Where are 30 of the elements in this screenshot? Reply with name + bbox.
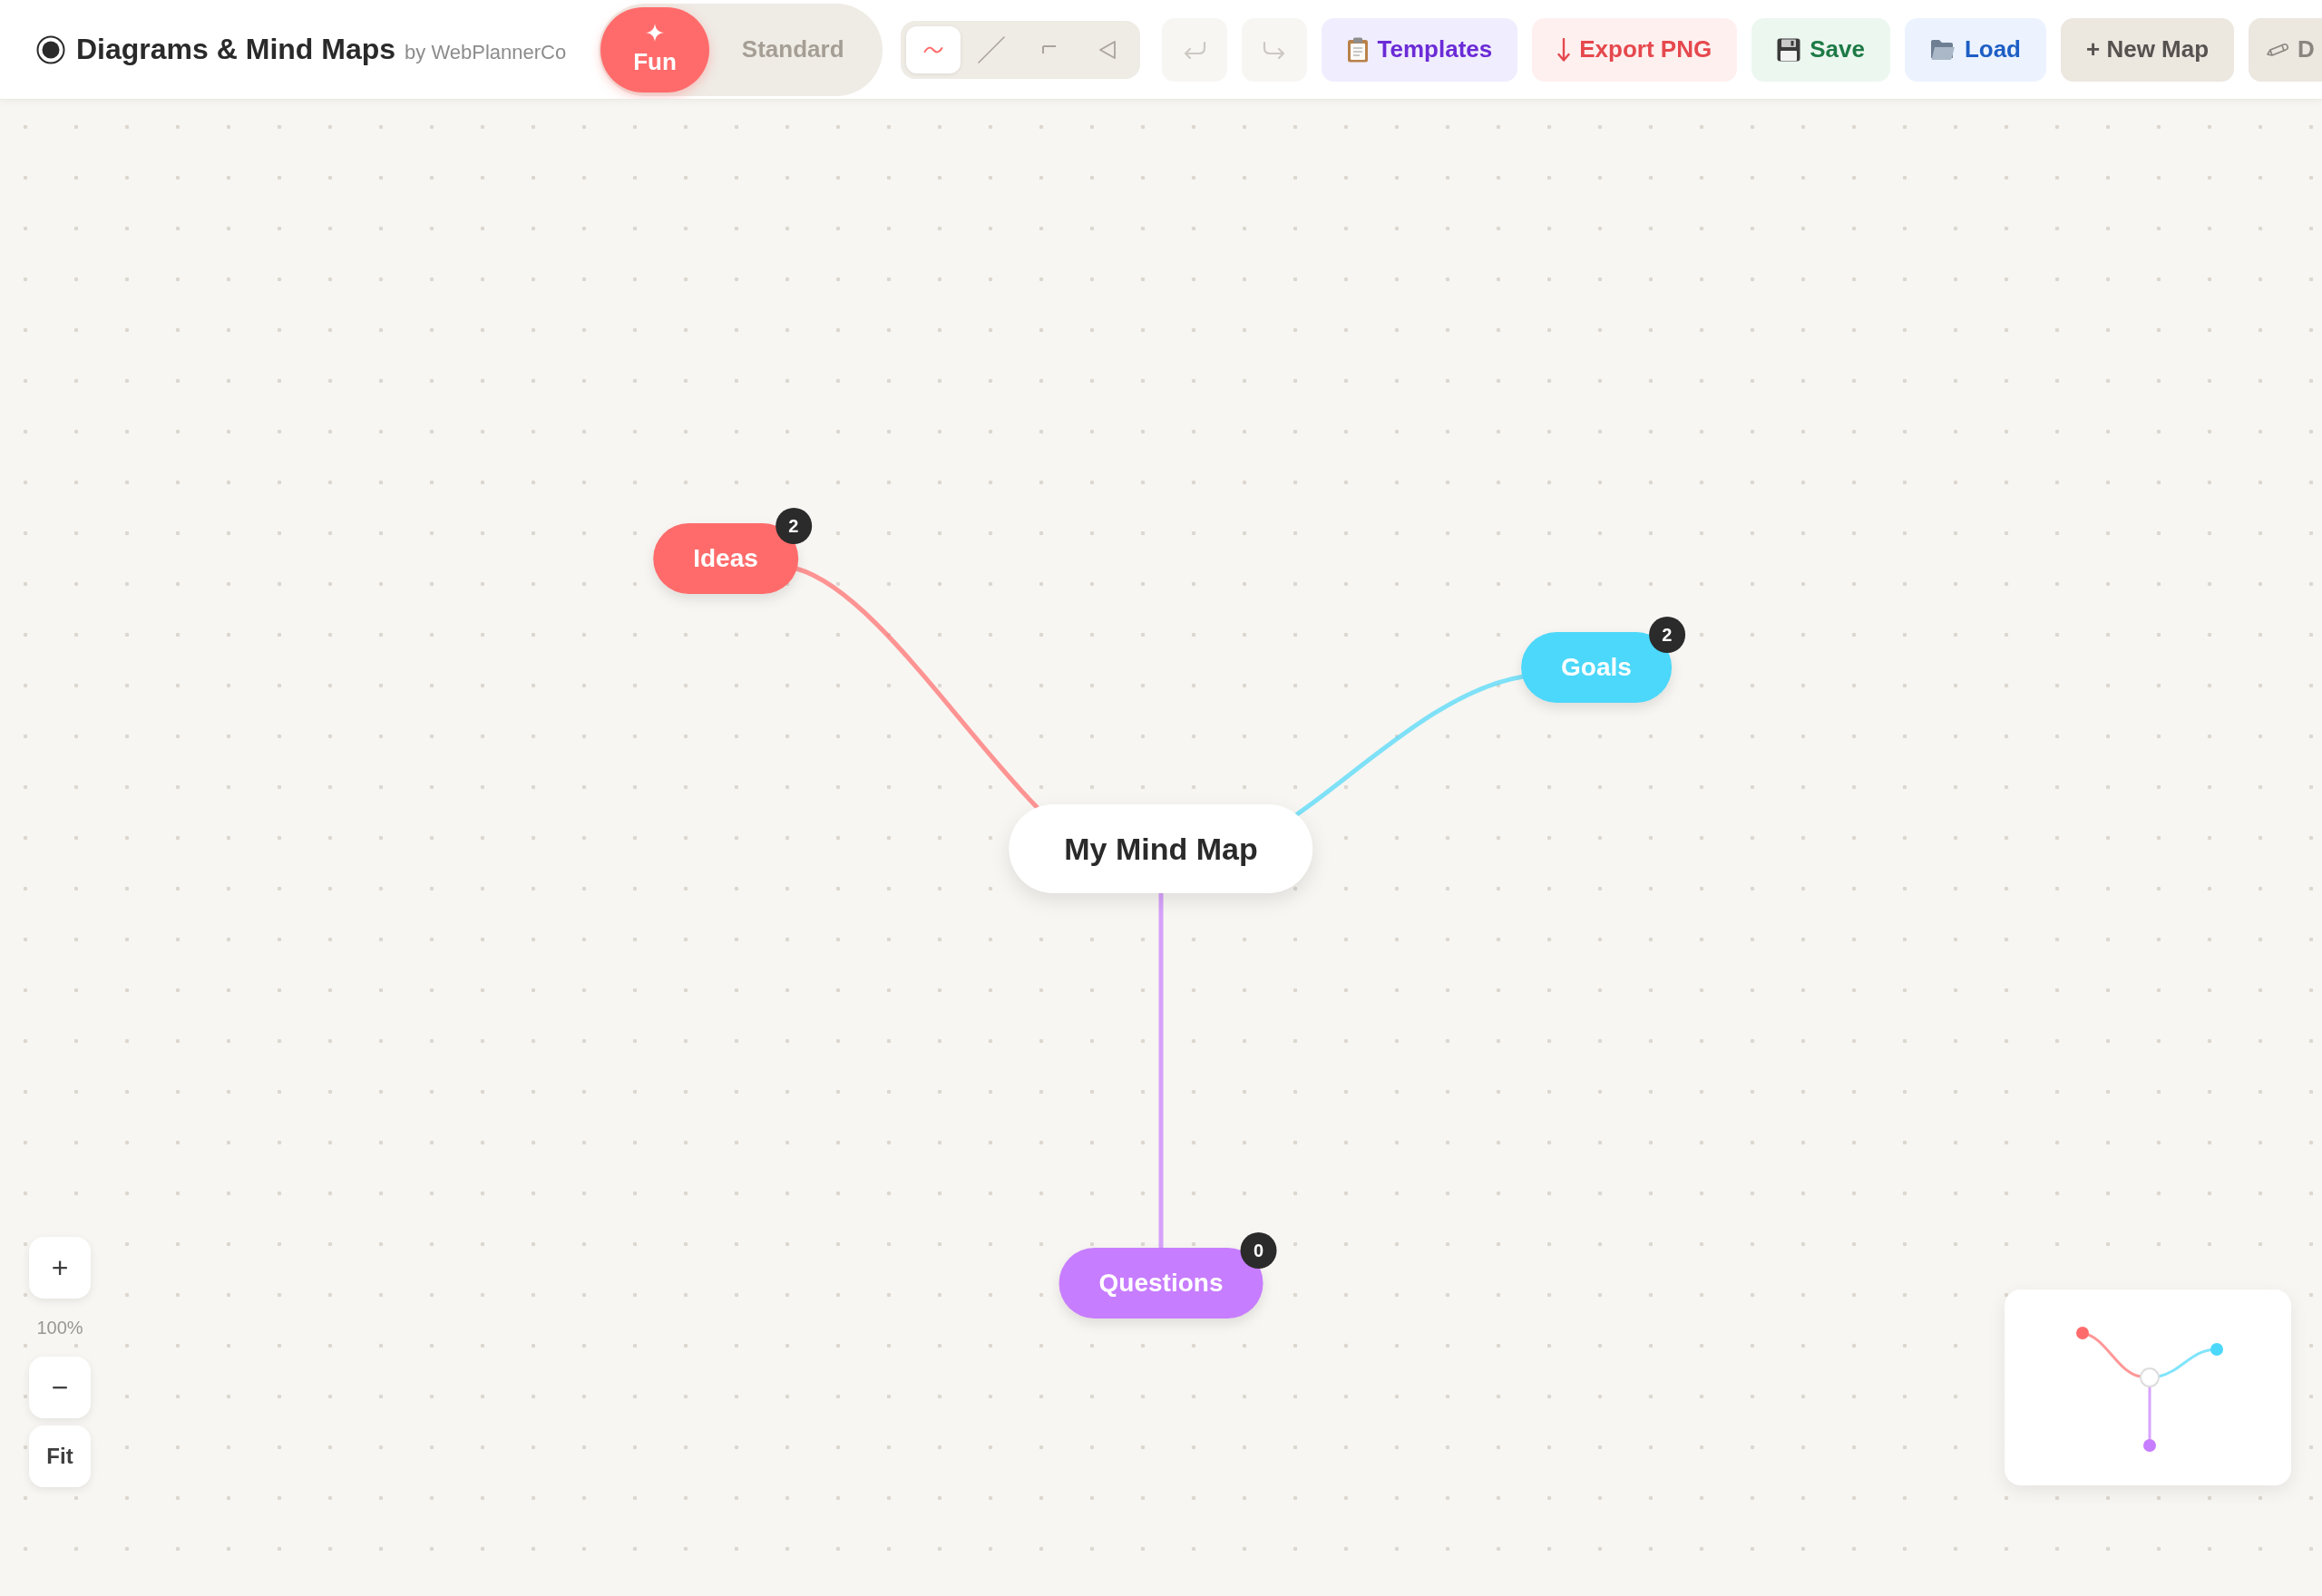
- new-map-button[interactable]: + New Map: [2061, 17, 2235, 82]
- mode-tab[interactable]: Fun: [600, 6, 709, 92]
- app-byline: by WebPlannerCo: [405, 41, 567, 64]
- save-button[interactable]: Save: [1751, 17, 1890, 82]
- load-button[interactable]: Load: [1904, 17, 2046, 82]
- elbow-icon: [1041, 44, 1057, 54]
- folder-icon: [1929, 38, 1956, 61]
- export-button[interactable]: Export PNG: [1532, 17, 1738, 82]
- count-badge: 0: [1240, 1232, 1277, 1269]
- templates-button[interactable]: Templates: [1321, 17, 1518, 82]
- count-badge: 2: [1648, 617, 1685, 653]
- zoom-level: 100%: [36, 1317, 83, 1338]
- clipboard-icon: [1346, 36, 1369, 63]
- curve-icon: [922, 44, 943, 54]
- node-label: Goals: [1561, 653, 1632, 682]
- down-arrow-icon: [1557, 37, 1571, 62]
- root-node: My Mind Map: [1009, 804, 1313, 893]
- pencil-icon: [2265, 42, 2291, 57]
- fit-button[interactable]: Fit: [29, 1426, 91, 1487]
- count-badge: 2: [775, 508, 812, 544]
- triangle-icon: [1098, 39, 1117, 60]
- diagonal-line-icon: [977, 35, 1005, 63]
- zoom-out-button[interactable]: −: [29, 1357, 91, 1418]
- connector-style-button[interactable]: [905, 25, 961, 73]
- ring-dot-icon: [36, 34, 65, 64]
- node-label: Ideas: [693, 544, 758, 573]
- toolbar-button[interactable]: D: [2249, 17, 2322, 82]
- app-title: Diagrams & Mind Maps: [76, 33, 396, 66]
- zoom-in-button[interactable]: +: [29, 1237, 91, 1299]
- node-label: Questions: [1098, 1269, 1224, 1298]
